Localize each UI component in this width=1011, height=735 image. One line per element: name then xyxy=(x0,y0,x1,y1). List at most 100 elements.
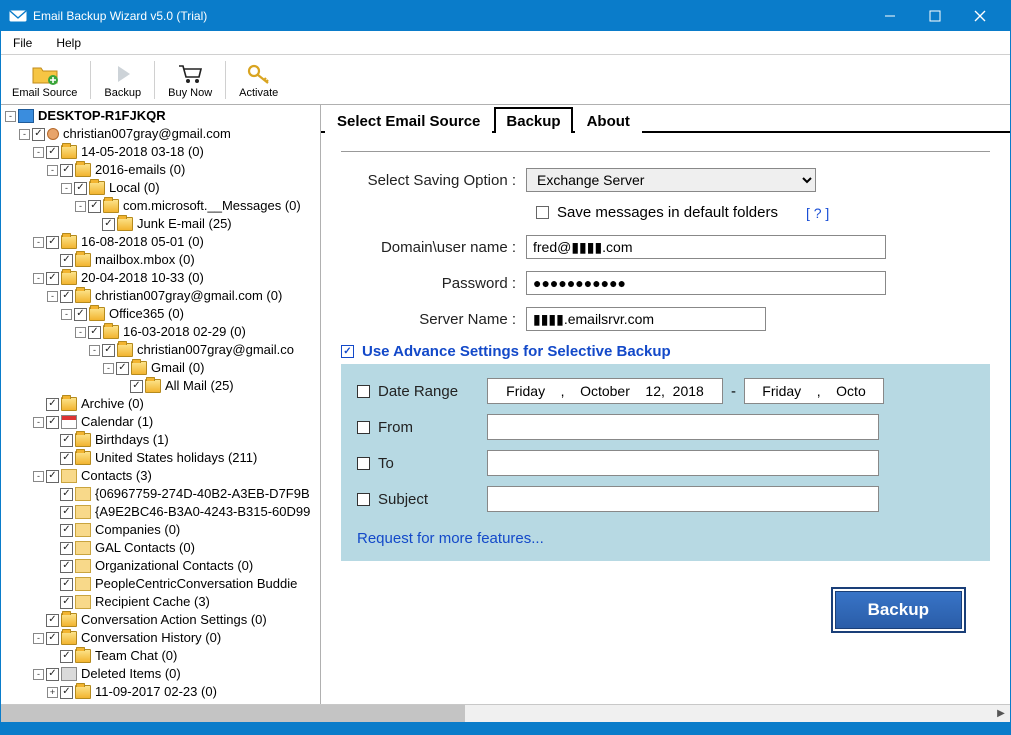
checkbox[interactable]: ✓ xyxy=(60,524,73,537)
expander[interactable]: - xyxy=(19,129,30,140)
tree-item[interactable]: Companies (0) xyxy=(93,521,182,539)
tree-item[interactable]: com.microsoft.__Messages (0) xyxy=(121,197,303,215)
checkbox[interactable]: ✓ xyxy=(46,236,59,249)
checkbox[interactable]: ✓ xyxy=(46,416,59,429)
tree-item[interactable]: mailbox.mbox (0) xyxy=(93,251,197,269)
help-link[interactable]: [ ? ] xyxy=(806,205,829,221)
checkbox[interactable]: ✓ xyxy=(60,596,73,609)
toolbar-activate[interactable]: Activate xyxy=(230,56,287,104)
checkbox[interactable]: ✓ xyxy=(60,560,73,573)
checkbox[interactable]: ✓ xyxy=(102,344,115,357)
expander[interactable]: - xyxy=(61,309,72,320)
tree-item[interactable]: 14-05-2018 03-18 (0) xyxy=(79,143,206,161)
checkbox[interactable]: ✓ xyxy=(46,470,59,483)
checkbox[interactable]: ✓ xyxy=(102,218,115,231)
toolbar-buy-now[interactable]: Buy Now xyxy=(159,56,221,104)
tree-item[interactable]: 20-04-2018 10-33 (0) xyxy=(79,269,206,287)
tree-item[interactable]: 16-08-2018 05-01 (0) xyxy=(79,233,206,251)
backup-button[interactable]: Backup xyxy=(835,591,962,629)
checkbox[interactable]: ✓ xyxy=(74,182,87,195)
to-input[interactable] xyxy=(487,450,879,476)
date-from-input[interactable] xyxy=(487,378,723,404)
password-input[interactable] xyxy=(526,271,886,295)
tree-item[interactable]: 11-09-2017 02-23 (0) xyxy=(93,683,219,701)
tree-item[interactable]: Deleted Items (0) xyxy=(79,665,183,683)
tab-backup[interactable]: Backup xyxy=(494,107,572,133)
tree-item[interactable]: Conversation History (0) xyxy=(79,629,223,647)
checkbox[interactable]: ✓ xyxy=(46,614,59,627)
request-features-link[interactable]: Request for more features... xyxy=(357,530,544,547)
minimize-button[interactable] xyxy=(867,1,912,31)
expander[interactable]: - xyxy=(61,183,72,194)
checkbox[interactable]: ✓ xyxy=(60,452,73,465)
checkbox[interactable]: ✓ xyxy=(60,578,73,591)
toolbar-email-source[interactable]: Email Source xyxy=(3,56,86,104)
tree-item[interactable]: Team Chat (0) xyxy=(93,647,179,665)
checkbox[interactable]: ✓ xyxy=(32,128,45,141)
toolbar-backup[interactable]: Backup xyxy=(95,56,150,104)
checkbox[interactable]: ✓ xyxy=(46,272,59,285)
checkbox[interactable]: ✓ xyxy=(46,398,59,411)
tree-item[interactable]: Calendar (1) xyxy=(79,413,155,431)
checkbox[interactable]: ✓ xyxy=(46,632,59,645)
expander[interactable]: - xyxy=(33,471,44,482)
tree-item[interactable]: Organizational Contacts (0) xyxy=(93,557,255,575)
expander[interactable]: + xyxy=(47,687,58,698)
tree-item[interactable]: {A9E2BC46-B3A0-4243-B315-60D99 xyxy=(93,503,312,521)
checkbox[interactable]: ✓ xyxy=(60,254,73,267)
expander[interactable]: - xyxy=(47,165,58,176)
date-to-input[interactable] xyxy=(744,378,884,404)
scroll-thumb[interactable] xyxy=(1,705,465,722)
tree-item[interactable]: Recipient Cache (3) xyxy=(93,593,212,611)
tree-item[interactable]: christian007gray@gmail.com xyxy=(61,125,233,143)
checkbox[interactable]: ✓ xyxy=(74,308,87,321)
tree-item[interactable]: United States holidays (211) xyxy=(93,449,259,467)
tree-item[interactable]: Birthdays (1) xyxy=(93,431,171,449)
tree-item[interactable]: Gmail (0) xyxy=(149,359,206,377)
tab-select-email-source[interactable]: Select Email Source xyxy=(325,107,492,133)
expander[interactable]: - xyxy=(89,345,100,356)
to-checkbox[interactable] xyxy=(357,457,370,470)
checkbox[interactable]: ✓ xyxy=(60,686,73,699)
tree-item[interactable]: Junk E-mail (25) xyxy=(135,215,234,233)
expander[interactable]: - xyxy=(5,111,16,122)
expander[interactable]: - xyxy=(33,633,44,644)
tree-item[interactable]: 16-03-2018 02-29 (0) xyxy=(121,323,248,341)
checkbox[interactable]: ✓ xyxy=(60,434,73,447)
tree-item[interactable]: PeopleCentricConversation Buddie xyxy=(93,575,299,593)
checkbox[interactable]: ✓ xyxy=(130,380,143,393)
tree-item[interactable]: 2016-emails (0) xyxy=(93,161,187,179)
expander[interactable]: - xyxy=(75,201,86,212)
saving-option-select[interactable]: Exchange Server xyxy=(526,168,816,192)
horizontal-scrollbar[interactable]: ◀ ▶ xyxy=(1,704,1010,722)
checkbox[interactable]: ✓ xyxy=(46,668,59,681)
tree-item[interactable]: {06967759-274D-40B2-A3EB-D7F9B xyxy=(93,485,312,503)
expander[interactable]: - xyxy=(33,273,44,284)
expander[interactable]: - xyxy=(33,147,44,158)
checkbox[interactable]: ✓ xyxy=(60,506,73,519)
from-input[interactable] xyxy=(487,414,879,440)
server-name-input[interactable] xyxy=(526,307,766,331)
tree-item[interactable]: christian007gray@gmail.com (0) xyxy=(93,287,284,305)
domain-user-input[interactable] xyxy=(526,235,886,259)
date-range-checkbox[interactable] xyxy=(357,385,370,398)
checkbox[interactable]: ✓ xyxy=(60,164,73,177)
expander[interactable]: - xyxy=(47,291,58,302)
tree-item[interactable]: GAL Contacts (0) xyxy=(93,539,197,557)
menu-help[interactable]: Help xyxy=(52,34,85,52)
tree-item[interactable]: Conversation Action Settings (0) xyxy=(79,611,269,629)
from-checkbox[interactable] xyxy=(357,421,370,434)
mailbox-tree[interactable]: -DESKTOP-R1FJKQR -✓christian007gray@gmai… xyxy=(1,105,321,704)
tab-about[interactable]: About xyxy=(575,107,642,133)
expander[interactable]: - xyxy=(103,363,114,374)
subject-input[interactable] xyxy=(487,486,879,512)
tree-item[interactable]: Archive (0) xyxy=(79,395,146,413)
save-default-checkbox[interactable] xyxy=(536,206,549,219)
checkbox[interactable]: ✓ xyxy=(60,650,73,663)
expander[interactable]: - xyxy=(75,327,86,338)
checkbox[interactable]: ✓ xyxy=(46,146,59,159)
tree-item[interactable]: All Mail (25) xyxy=(163,377,236,395)
checkbox[interactable]: ✓ xyxy=(60,290,73,303)
checkbox[interactable]: ✓ xyxy=(116,362,129,375)
subject-checkbox[interactable] xyxy=(357,493,370,506)
